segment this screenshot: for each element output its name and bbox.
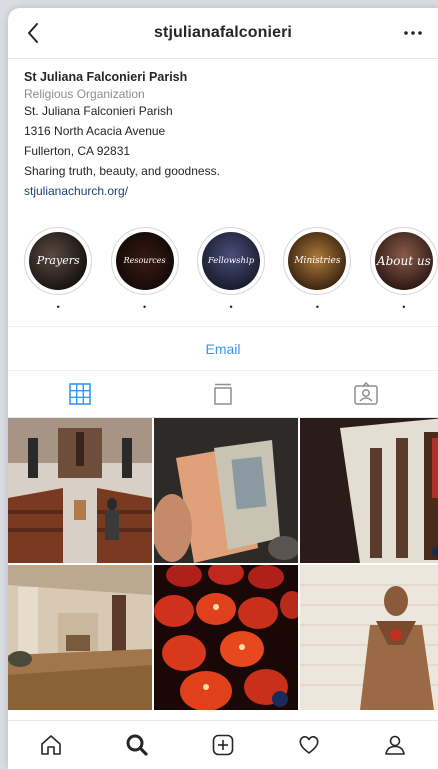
post-image-church-aisle xyxy=(8,418,152,563)
heart-icon xyxy=(299,736,319,754)
tab-grid[interactable] xyxy=(8,371,151,417)
nav-profile[interactable] xyxy=(375,725,415,765)
highlight-ministries[interactable]: Ministries • xyxy=(283,227,352,322)
highlight-cover: Prayers xyxy=(29,232,88,290)
search-icon xyxy=(126,734,148,756)
nav-search[interactable] xyxy=(117,725,157,765)
bottom-navigation xyxy=(8,720,438,769)
nav-activity[interactable] xyxy=(289,725,329,765)
instagram-profile-screen: stjulianafalconieri St Juliana Falconier… xyxy=(8,8,438,769)
post-image-statue xyxy=(300,565,438,710)
highlight-ring: Prayers xyxy=(24,227,93,295)
email-label: Email xyxy=(205,340,241,357)
tab-tagged[interactable] xyxy=(295,371,438,417)
highlight-ring: Fellowship xyxy=(197,227,266,295)
highlight-cover: About us xyxy=(374,232,433,290)
highlight-label: • xyxy=(56,302,60,312)
email-button[interactable]: Email xyxy=(8,326,438,371)
profile-category: Religious Organization xyxy=(24,87,145,101)
plus-square-icon xyxy=(212,734,234,756)
highlight-fellowship[interactable]: Fellowship • xyxy=(197,227,266,322)
post-grid xyxy=(8,418,438,710)
highlight-cover: Fellowship xyxy=(202,232,261,290)
profile-name: St Juliana Falconieri Parish xyxy=(24,70,188,84)
highlight-label: • xyxy=(229,302,233,312)
home-icon xyxy=(41,735,61,755)
profile-tabs xyxy=(8,371,438,418)
post-image-sanctuary xyxy=(8,565,152,710)
address-line-3: Fullerton, CA 92831 xyxy=(24,144,131,158)
tab-feed[interactable] xyxy=(151,371,294,417)
tagged-icon xyxy=(354,382,379,405)
address-line-1: St. Juliana Falconieri Parish xyxy=(24,104,173,118)
back-icon[interactable] xyxy=(20,20,46,46)
profile-username: stjulianafalconieri xyxy=(154,24,292,41)
highlight-ring: Resources xyxy=(110,227,179,295)
nav-home[interactable] xyxy=(31,725,71,765)
highlight-ring: About us xyxy=(369,227,438,295)
nav-new-post[interactable] xyxy=(203,725,243,765)
profile-header: stjulianafalconieri xyxy=(8,8,438,59)
highlight-cover: Resources xyxy=(115,232,174,290)
highlight-label: • xyxy=(143,302,147,312)
highlight-resources[interactable]: Resources • xyxy=(110,227,179,322)
profile-bio: St Juliana Falconieri Parish Religious O… xyxy=(8,59,438,201)
profile-icon xyxy=(385,735,405,755)
post-image-church-pillars xyxy=(300,418,438,563)
post-thumbnail[interactable] xyxy=(300,418,438,563)
grid-icon xyxy=(68,383,91,405)
post-thumbnail[interactable] xyxy=(8,418,152,563)
post-thumbnail[interactable] xyxy=(154,418,298,563)
post-thumbnail[interactable] xyxy=(154,565,298,710)
highlight-prayers[interactable]: Prayers • xyxy=(24,227,93,322)
more-options-icon[interactable] xyxy=(400,20,426,46)
highlight-about-us[interactable]: About us • xyxy=(369,227,438,322)
post-thumbnail[interactable] xyxy=(8,565,152,710)
highlight-label: • xyxy=(402,302,406,312)
story-highlights: Prayers • Resources • Fellowship • Minis… xyxy=(8,201,438,322)
post-image-red-candles xyxy=(154,565,298,710)
highlight-cover: Ministries xyxy=(288,232,347,290)
post-image-pamphlets xyxy=(154,418,298,563)
highlight-ring: Ministries xyxy=(283,227,352,295)
feed-icon xyxy=(214,383,232,405)
highlight-label: • xyxy=(315,302,319,312)
address-line-2: 1316 North Acacia Avenue xyxy=(24,124,166,138)
post-thumbnail[interactable] xyxy=(300,565,438,710)
profile-tagline: Sharing truth, beauty, and goodness. xyxy=(24,164,220,178)
website-link[interactable]: stjulianachurch.org/ xyxy=(24,181,422,201)
